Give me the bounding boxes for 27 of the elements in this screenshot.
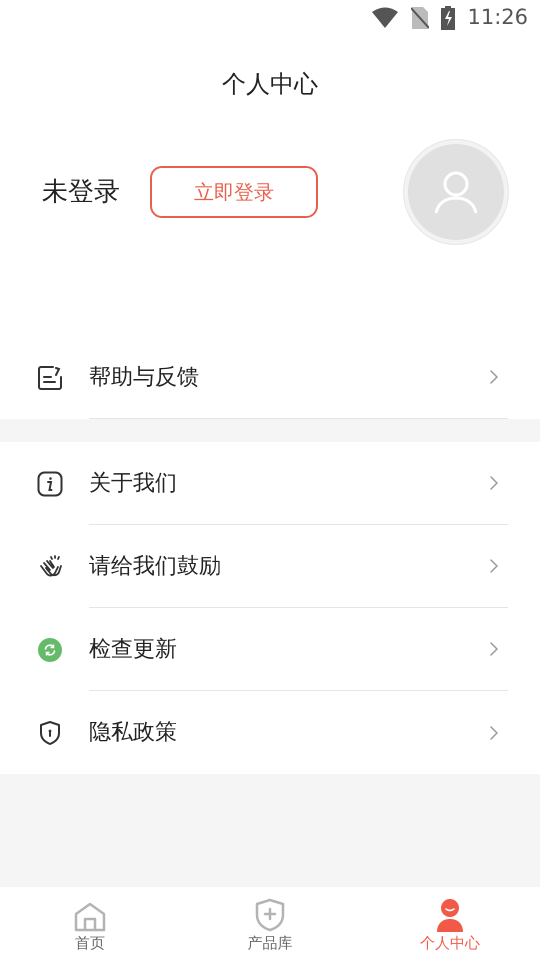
menu-item[interactable]: 关于我们 (0, 442, 540, 525)
menu-item[interactable]: 检查更新 (0, 608, 540, 691)
menu-label: 请给我们鼓励 (89, 552, 222, 580)
page-title: 个人中心 (222, 69, 318, 100)
menu-item[interactable]: 隐私政策 (0, 691, 540, 774)
edit-note-icon (37, 364, 63, 390)
wifi-icon (371, 7, 400, 29)
menu-item[interactable]: 帮助与反馈 (0, 336, 540, 419)
clapping-hands-icon (37, 554, 63, 580)
status-time: 11:26 (467, 4, 528, 32)
tab[interactable]: 首页 (0, 887, 180, 960)
user-silhouette-icon (433, 169, 479, 215)
shield-icon (37, 720, 63, 746)
shield-plus-icon (254, 898, 286, 932)
menu-item[interactable]: 请给我们鼓励 (0, 525, 540, 608)
house-icon (73, 902, 107, 932)
menu-label: 帮助与反馈 (89, 364, 200, 392)
person-icon (434, 898, 466, 932)
menu-label: 隐私政策 (89, 719, 178, 747)
no-sim-icon (411, 6, 430, 30)
menu-label: 检查更新 (89, 636, 178, 664)
refresh-icon (37, 636, 63, 662)
menu-label: 关于我们 (89, 470, 178, 498)
info-icon (37, 470, 63, 496)
login-status: 未登录 (42, 176, 120, 208)
battery-charging-icon (441, 6, 456, 30)
tab[interactable]: 产品库 (180, 887, 360, 960)
